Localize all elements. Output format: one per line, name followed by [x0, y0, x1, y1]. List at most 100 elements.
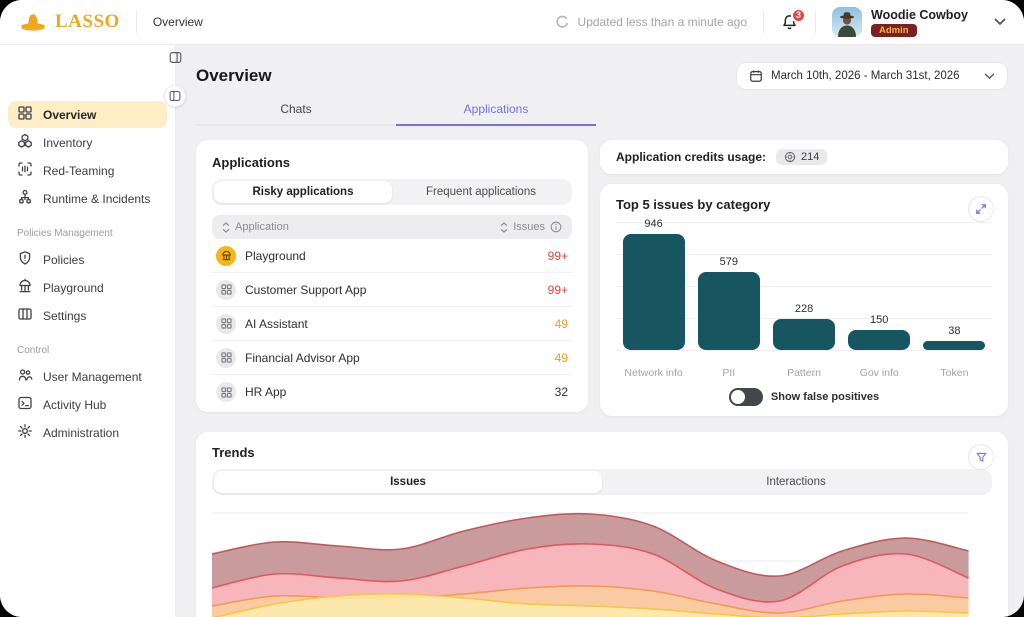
bar-value: 579 — [719, 256, 738, 268]
chevron-down-icon[interactable] — [994, 18, 1006, 26]
top-issues-card: Top 5 issues by category 946 579 228 150 38 … — [600, 184, 1008, 416]
table-row-customer-support-app[interactable]: Customer Support App 99+ — [212, 273, 572, 307]
bar[interactable] — [697, 272, 760, 350]
bar-chart-categories: Network info PII Pattern Gov info Token — [616, 367, 992, 379]
brand-name: LASSO — [55, 11, 120, 32]
token-coin-icon — [784, 151, 796, 163]
carousel-icon — [17, 278, 33, 297]
sidebar-section-label: Control — [17, 345, 50, 356]
issues-count: 99+ — [547, 282, 568, 297]
bar-category-label: Pattern — [787, 367, 821, 379]
brand: LASSO — [18, 11, 120, 33]
bar-value: 38 — [948, 325, 961, 337]
bar[interactable] — [773, 319, 835, 350]
application-name: AI Assistant — [245, 316, 308, 331]
segment-frequent-applications[interactable]: Frequent applications — [392, 181, 570, 203]
updated-status: Updated less than a minute ago — [577, 15, 747, 29]
bar[interactable] — [923, 341, 986, 350]
sidebar-item-activity-hub[interactable]: Activity Hub — [8, 391, 167, 418]
refresh-button[interactable] — [554, 14, 570, 30]
application-name: Customer Support App — [245, 282, 367, 297]
trends-title: Trends — [212, 445, 255, 460]
segment-interactions[interactable]: Interactions — [602, 471, 990, 493]
sidebar-item-settings[interactable]: Settings — [8, 302, 167, 329]
bar-category-label: Gov info — [859, 367, 899, 379]
table-row-ai-assistant[interactable]: AI Assistant 49 — [212, 307, 572, 341]
red-teaming-scan-icon — [17, 161, 33, 180]
user-role-badge: Admin — [871, 23, 917, 37]
table-row-playground[interactable]: Playground 99+ — [212, 239, 572, 273]
bar-category-label: Token — [940, 367, 969, 379]
expand-icon — [976, 204, 986, 214]
application-name: HR App — [245, 385, 287, 399]
gear-icon — [17, 423, 33, 442]
sidebar: Overview Inventory Red-Teaming Runtime & In… — [0, 45, 186, 617]
bar-chart: 946 579 228 150 38 — [616, 218, 992, 364]
sidebar-nav: Overview Inventory Red-Teaming Runtime & In… — [0, 101, 175, 446]
show-false-positives-toggle[interactable] — [728, 388, 763, 406]
sidebar-toggle-button[interactable] — [164, 85, 186, 107]
toggle-knob — [730, 390, 745, 404]
date-range-picker[interactable]: March 10th, 2026 - March 31st, 2026 — [736, 62, 1008, 90]
table-row-hr-app[interactable]: HR App 32 — [212, 375, 572, 409]
notification-badge: 3 — [791, 7, 806, 23]
terminal-icon — [17, 395, 33, 414]
user-name: Woodie Cowboy — [871, 7, 968, 22]
column-application[interactable]: Application — [222, 221, 289, 233]
sidebar-item-inventory[interactable]: Inventory — [8, 129, 167, 156]
bar-slot-pii: 579 — [691, 218, 766, 364]
tab-chats[interactable]: Chats — [196, 102, 396, 126]
user-menu[interactable]: Woodie Cowboy Admin — [832, 7, 968, 37]
notifications-button[interactable]: 3 — [780, 7, 806, 32]
top-bar: LASSO Overview Updated less than a minut… — [0, 0, 1024, 45]
bar-value: 228 — [794, 303, 814, 315]
sidebar-collapse-icon[interactable] — [169, 51, 182, 67]
sidebar-item-red-teaming[interactable]: Red-Teaming — [8, 157, 167, 184]
sort-icon — [501, 221, 508, 233]
app-grid-icon — [216, 347, 236, 368]
area-chart — [212, 503, 992, 617]
app-grid-icon — [216, 279, 236, 300]
page-title: Overview — [196, 66, 272, 85]
table-row-financial-advisor-app[interactable]: Financial Advisor App 49 — [212, 341, 572, 375]
refresh-icon — [555, 15, 568, 28]
bar-slot-gov-info: 150 — [842, 218, 917, 364]
bar[interactable] — [848, 330, 911, 350]
calendar-icon — [750, 70, 762, 82]
sidebar-item-administration[interactable]: Administration — [8, 419, 167, 446]
chevron-down-icon — [984, 73, 995, 79]
bar-category-label: PII — [722, 367, 736, 379]
applications-table-header: Application Issues — [212, 215, 572, 239]
sidebar-item-runtime-incidents[interactable]: Runtime & Incidents — [8, 185, 167, 212]
divider — [815, 11, 816, 33]
credits-label: Application credits usage: — [616, 150, 767, 164]
column-issues[interactable]: Issues — [500, 221, 562, 233]
segment-risky-applications[interactable]: Risky applications — [214, 181, 392, 203]
app-grid-icon — [216, 382, 236, 402]
main-content: Overview March 10th, 2026 - March 31st, … — [176, 45, 1024, 617]
top-issues-title: Top 5 issues by category — [616, 197, 771, 212]
breadcrumb: Overview — [152, 15, 203, 29]
toggle-label: Show false positives — [770, 391, 880, 403]
sidebar-item-user-management[interactable]: User Management — [8, 363, 167, 390]
app-window: LASSO Overview Updated less than a minut… — [0, 0, 1024, 617]
sidebar-item-playground[interactable]: Playground — [8, 274, 167, 301]
shield-icon — [17, 250, 33, 269]
filter-button[interactable] — [968, 444, 994, 470]
date-range-label: March 10th, 2026 - March 31st, 2026 — [771, 70, 960, 82]
credits-card: Application credits usage: 214 — [600, 140, 1008, 174]
app-grid-icon — [216, 313, 236, 334]
sidebar-item-policies[interactable]: Policies — [8, 246, 167, 273]
segment-issues[interactable]: Issues — [214, 471, 602, 493]
tab-applications[interactable]: Applications — [396, 102, 596, 126]
sort-icon — [222, 221, 230, 233]
bar-slot-pattern: 228 — [766, 218, 841, 364]
issues-count: 49 — [554, 316, 568, 331]
issues-count: 32 — [554, 385, 568, 399]
columns-icon — [17, 306, 33, 325]
sidebar-item-overview[interactable]: Overview — [8, 101, 167, 128]
bar[interactable] — [622, 234, 685, 350]
bar-slot-token: 38 — [917, 218, 992, 364]
avatar — [832, 7, 862, 37]
sidebar-section-label: Policies Management — [17, 228, 113, 239]
